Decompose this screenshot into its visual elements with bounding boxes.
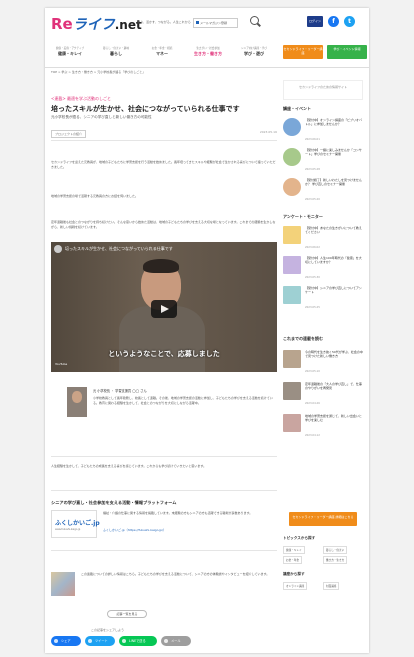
nav-item-money[interactable]: お金・年金・相続 マネー [143,46,181,57]
topic-tag[interactable]: 暮らし・住まい [323,546,348,554]
sidebar-survey-item[interactable]: 【受付中】人生100年時代の「健康」を大切にしていますか？ 2023.05.30 [283,256,363,282]
fukushi-kaigo-logo[interactable]: ふくしかいご.jp www.fukushi-kaigo.jp [51,510,100,538]
nav-item-lifestyle[interactable]: 生きがい・社会参加 生き方・働き方 [189,46,227,57]
article-title: 培ったスキルが生かせ、社会につながっていられる仕事です [51,105,240,113]
event-info-button[interactable]: 学び・イベント情報 [327,45,367,59]
divider [51,550,277,551]
twitter-icon[interactable]: t [344,16,355,27]
divider [51,490,277,491]
share-label: この記事をシェアしよう [91,628,125,632]
series-thumbnail [283,382,301,400]
nav-item-learning[interactable]: シニア向け講座・学び 学び・遊び [235,46,273,57]
leader-course-button[interactable]: セカンドライフ・リーダー講座 [283,45,323,59]
survey-thumbnail [283,226,301,244]
sidebar-banner[interactable]: セカンドライフのための情報サイト [283,80,363,100]
youtube-logo[interactable]: YouTube [55,362,67,366]
main-nav: 健康・美容・アクティブ 健康・キレイ 暮らし・住まい・趣味 暮らし お金・年金・… [51,44,367,64]
divider [51,456,277,457]
courses-heading: 講座から探す [283,572,305,576]
share-line-button[interactable]: LINEで送る [119,636,157,646]
sidebar-leader-course-button[interactable]: セカンドライフ・リーダー講座 詳細はこちら [289,512,357,526]
more-articles-button[interactable]: 記事一覧を見る [107,610,147,618]
related-text: この連載についての詳しい情報はこちら。子どもたちの学びを支える活動について、シニ… [81,572,270,576]
page: Reライフ.net 学ぶ、活かす、つながる。人生これから メールマガジン登録 ロ… [45,8,369,653]
profile-photo [67,387,87,417]
sidebar-event-item[interactable]: 【受付中】一緒に楽しみませんか「コンサート」学びのセミナー開催 2023.05.… [283,148,363,174]
article-tag[interactable]: プロジェクトの紹介 [51,130,87,138]
series-thumbnail [283,414,301,432]
sidebar-survey-item[interactable]: 【受付中】あなたの生きがいについて教えてください 2023.06.02 [283,226,363,252]
topic-tag[interactable]: 働き方・生き方 [323,556,348,564]
sidebar-heading-events: 講座・イベント [283,106,311,111]
topics-heading: トピックスから探す [283,536,316,540]
article-paragraph: 地域の学習支援の場で活躍する元教員の方にお話を伺いました。 [51,194,139,198]
sidebar-heading-survey: アンケート・モニター [283,214,323,219]
section-title: シニアの学び直し・社会参加を支える活動・情報プラットフォーム [51,500,177,505]
sidebar-event-item[interactable]: 【受付終了】新しいわたしを見つけませんか？ 学び直しのセミナー開催 2023.0… [283,178,363,204]
login-button[interactable]: ログイン [307,16,323,27]
share-twitter-button[interactable]: ツイート [85,636,115,646]
video-title[interactable]: 培ったスキルが生かせ、社会につながっていられる仕事です [65,246,173,252]
profile-name: 元 小学校長 ・ 学習支援員 ◯◯ さん [93,389,147,393]
quote-text: 人生経験を生かして、子どもたちの成長を支える喜びを感じています。これからも学び続… [51,464,207,468]
sidebar-survey-item[interactable]: 【受付中】シニアの学び直しについてアンケート 2023.05.25 [283,286,363,312]
site-tagline: 学ぶ、活かす、つながる。人生これから [137,20,191,24]
divider [51,140,277,141]
sidebar-series-item[interactable]: 定年退職後の「大人の学び直し」で、仕事のやりがいを再発見 2023.04.26 [283,382,363,408]
article-category: <連載> 最適を学ぶ活動のしごと [51,96,111,101]
site-header: Reライフ.net 学ぶ、活かす、つながる。人生これから メールマガジン登録 ロ… [45,8,369,46]
series-thumbnail [283,350,301,368]
nav-item-health[interactable]: 健康・美容・アクティブ 健康・キレイ [51,46,89,57]
facebook-icon[interactable]: f [328,16,339,27]
related-thumbnail[interactable] [51,572,75,596]
nav-item-living[interactable]: 暮らし・住まい・趣味 暮らし [97,46,135,57]
sidebar-series-item[interactable]: 今の時代を生き抜く50代が学ぶ、社会の中で見つけた新しい働き方 2023.05.… [283,350,363,376]
video-person-hair [143,259,179,273]
article-subtitle: 元小学校長が語る、シニアの学び直しと新しい働き方の可能性 [51,115,152,119]
article-date: 2023.05.16 [259,130,277,134]
survey-thumbnail [283,256,301,274]
video-caption: というようなことで、応募しました [108,350,220,358]
video-player[interactable]: 培ったスキルが生かせ、社会につながっていられる仕事です というようなことで、応募… [51,242,277,372]
search-icon[interactable] [250,16,259,25]
event-thumbnail [283,178,301,196]
site-logo[interactable]: Reライフ.net [51,14,142,34]
topic-tag[interactable]: 健康・キレイ [283,546,305,554]
event-thumbnail [283,118,301,136]
play-icon[interactable] [151,300,177,318]
mail-magazine-button[interactable]: メールマガジン登録 [193,18,238,28]
topic-tag[interactable]: お金・年金 [283,556,302,564]
channel-avatar[interactable] [54,245,62,253]
share-facebook-button[interactable]: シェア [51,636,81,646]
breadcrumb: TOP > 学ぶ > 生き方・働き方 > 元小学校長が語る「学びのしごと」 [51,70,146,74]
sidebar-series-item[interactable]: 地域の学習支援を通じて、新しい出会いと学びを楽しむ 2023.04.12 [283,414,363,440]
share-mail-button[interactable]: メール [161,636,191,646]
profile-text: 小学校教員として長年勤務し、校長として退職。その後、地域の学習支援の活動に参加し… [93,396,273,405]
article-lead: セカンドライフを迎えた元教員が、地域の子どもたちに学習支援を行う活動を始めました… [51,160,276,169]
course-tag[interactable]: オンライン講座 [283,582,308,590]
sidebar-heading-series: これまでの連載を読む [283,336,323,341]
section-text: 福祉・介護の仕事に関する情報を掲載しています。未経験の方もシニアの方も活躍できる… [103,511,253,515]
event-thumbnail [283,148,301,166]
article-paragraph: 定年退職後も社会とのつながりを持ち続けたい。そんな思いから始めた活動は、地域の子… [51,220,276,229]
course-tag[interactable]: 対面講座 [323,582,340,590]
section-link[interactable]: ふくしかいご.jp（https://fukushi-kaigo.jp/） [103,528,275,533]
sidebar-event-item[interactable]: 【受付中】オンライン講座の「ビブリオバトル」に参加しませんか？ 2023.06.… [283,118,363,144]
survey-thumbnail [283,286,301,304]
nav-divider [45,67,369,68]
